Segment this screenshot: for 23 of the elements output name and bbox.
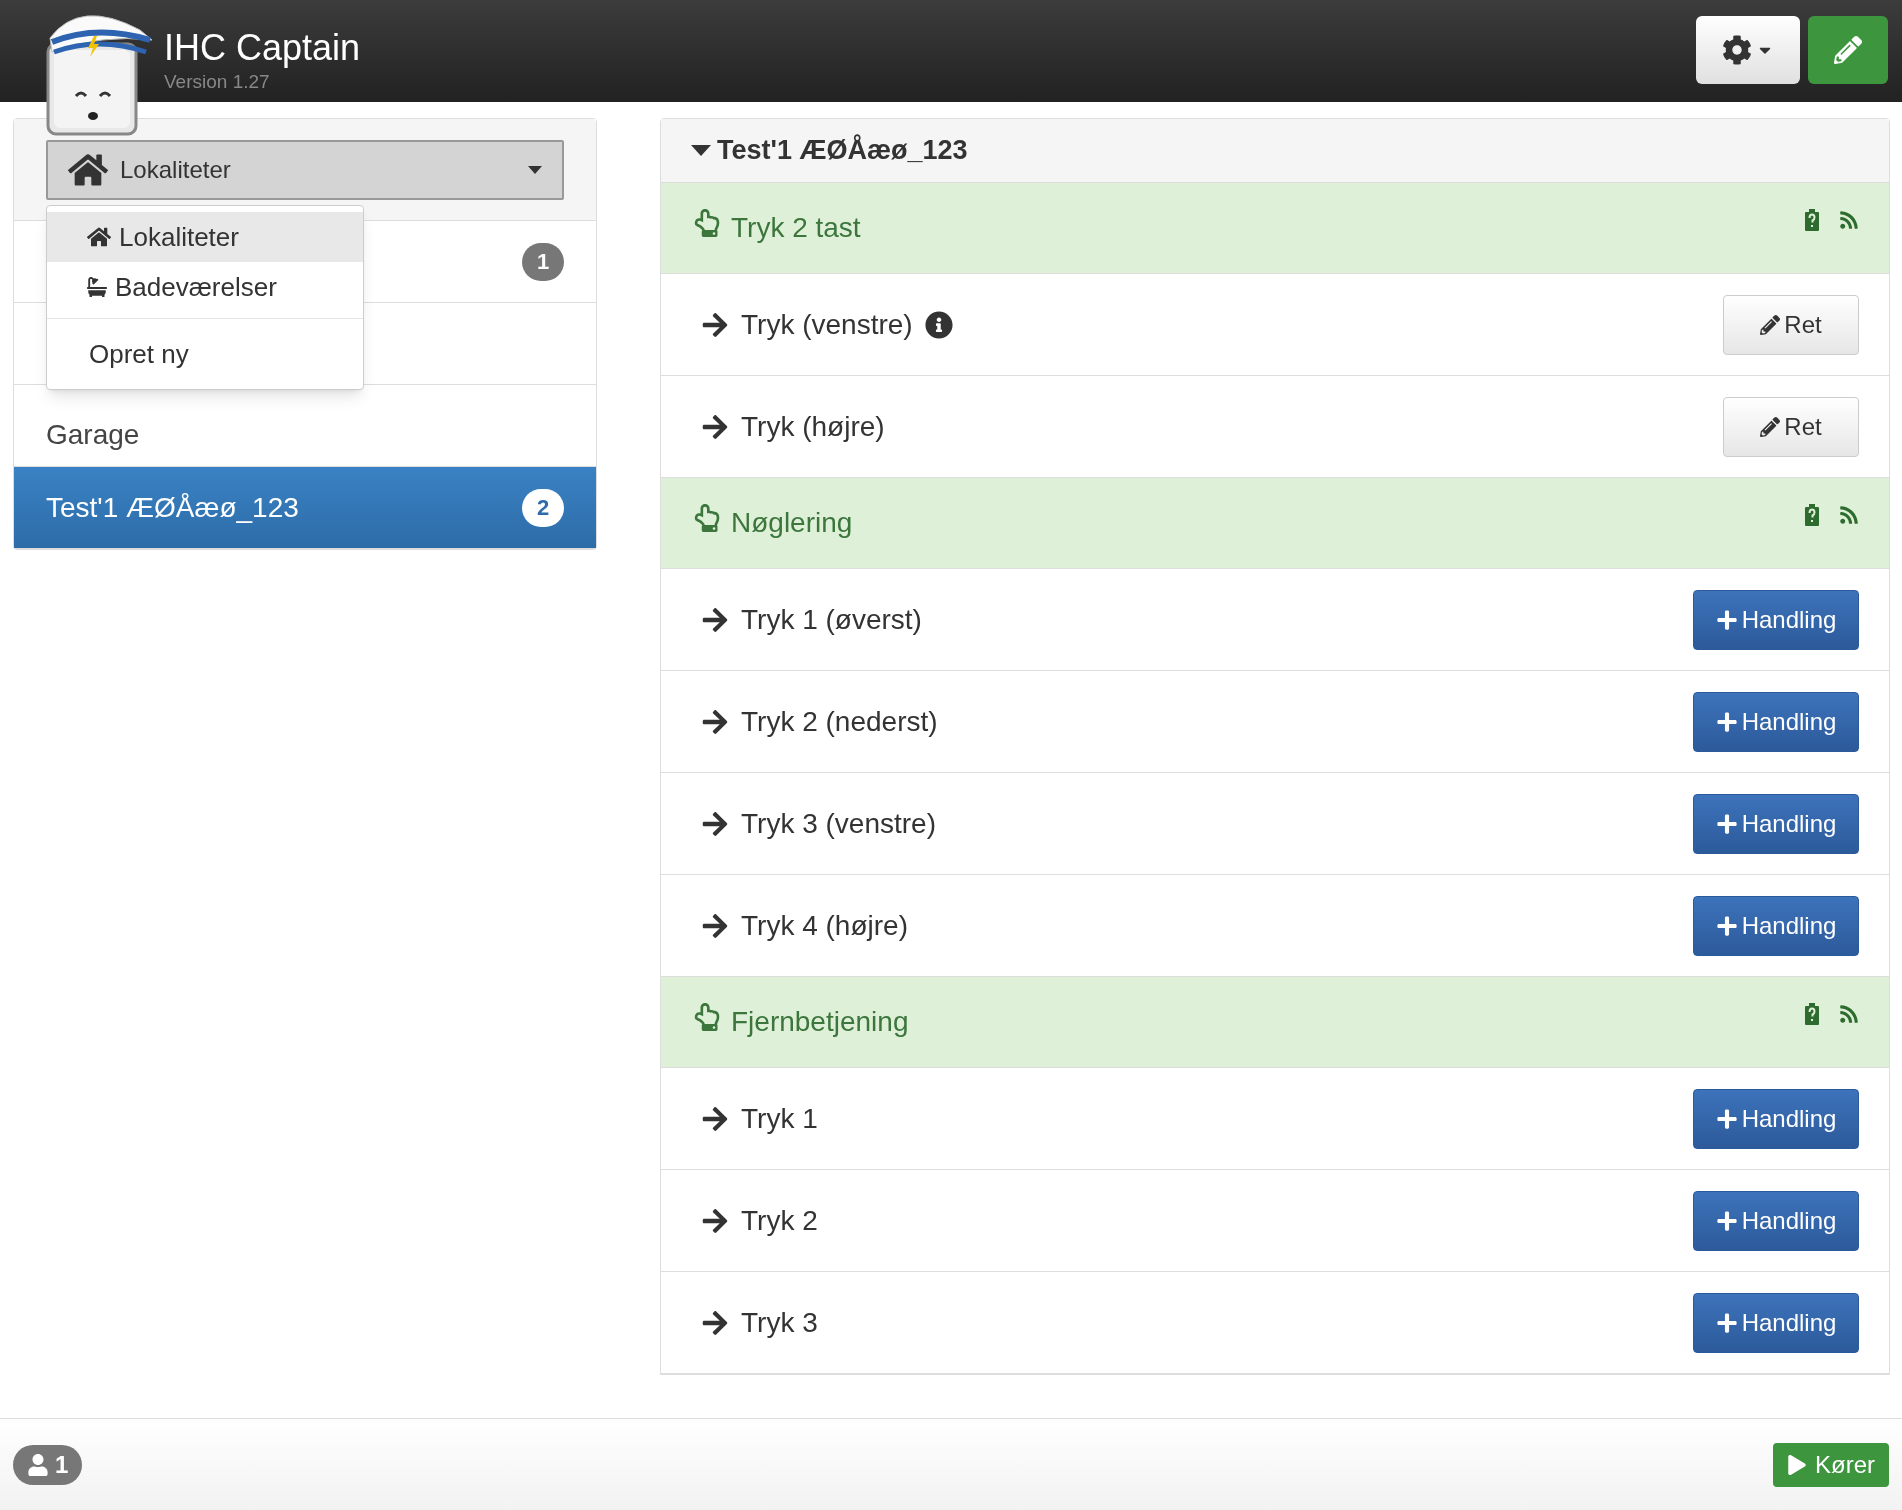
group-name: Fjernbetjening xyxy=(731,1005,909,1039)
app-title: IHC Captain xyxy=(164,28,361,68)
input-label: Tryk (venstre) xyxy=(741,307,913,342)
input-label: Tryk 3 (venstre) xyxy=(741,806,936,841)
users-badge: 1 xyxy=(13,1444,83,1485)
input-label: Tryk 2 xyxy=(741,1203,818,1238)
input-label: Tryk 3 xyxy=(741,1305,818,1340)
group-name: Tryk 2 tast xyxy=(731,211,861,245)
version-label: Version 1.27 xyxy=(164,70,271,94)
dropdown-item-label: Badeværelser xyxy=(115,271,277,304)
count-badge: 2 xyxy=(522,488,564,527)
dropdown-item-label: Opret ny xyxy=(89,338,189,371)
sidebar-item-label: Test'1 ÆØÅæø_123 xyxy=(46,490,299,525)
input-label: Tryk 1 xyxy=(741,1101,818,1136)
input-label: Tryk 4 (højre) xyxy=(741,908,908,943)
group-name: Nøglering xyxy=(731,506,853,540)
panel-title: Test'1 ÆØÅæø_123 xyxy=(717,133,968,168)
input-label: Tryk 1 (øverst) xyxy=(741,602,922,637)
dropdown-item-label: Lokaliteter xyxy=(119,221,239,254)
input-label: Tryk 2 (nederst) xyxy=(741,704,938,739)
sidebar-item-label: Garage xyxy=(46,418,140,452)
count-badge: 1 xyxy=(522,242,564,281)
input-label: Tryk (højre) xyxy=(741,409,885,444)
